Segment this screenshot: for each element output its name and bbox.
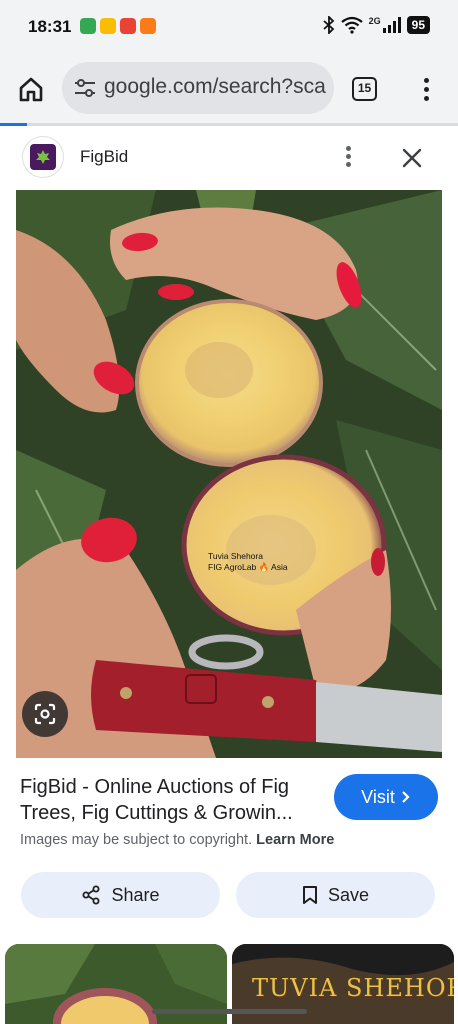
browser-toolbar: google.com/search?sca 15 bbox=[0, 54, 458, 124]
signal-icon bbox=[382, 17, 401, 33]
status-icons: 2G 95 bbox=[323, 16, 430, 34]
chevron-right-icon bbox=[402, 791, 410, 803]
close-icon[interactable] bbox=[400, 146, 424, 170]
result-title[interactable]: FigBid - Online Auctions of Fig Trees, F… bbox=[20, 774, 320, 826]
orange-app-notification-icon bbox=[140, 18, 156, 34]
address-bar[interactable]: google.com/search?sca bbox=[62, 62, 334, 114]
fig-photo: Tuvia Shehora FIG AgroLab 🔥 Asia bbox=[16, 190, 442, 758]
visit-label: Visit bbox=[361, 786, 395, 807]
save-button[interactable]: Save bbox=[236, 872, 435, 918]
gesture-navigation-bar[interactable] bbox=[152, 1009, 307, 1014]
share-button[interactable]: Share bbox=[21, 872, 220, 918]
watermark-line-1: Tuvia Shehora bbox=[208, 551, 263, 561]
browser-menu-button[interactable] bbox=[419, 76, 433, 104]
fig-leaf-icon bbox=[36, 150, 50, 164]
save-label: Save bbox=[327, 884, 370, 905]
status-time: 18:31 bbox=[28, 17, 72, 36]
copyright-text: Images may be subject to copyright. bbox=[20, 832, 253, 848]
site-header: FigBid bbox=[0, 126, 458, 190]
network-type: 2G bbox=[368, 16, 381, 26]
bookmark-icon bbox=[302, 886, 317, 904]
google-lens-button[interactable] bbox=[22, 691, 68, 737]
status-bar: 18:31 2G 95 bbox=[0, 0, 458, 54]
share-label: Share bbox=[111, 884, 160, 905]
app-notification-icon bbox=[100, 18, 116, 34]
learn-more-link[interactable]: Learn More bbox=[256, 832, 334, 848]
bluetooth-icon bbox=[323, 16, 334, 34]
share-icon bbox=[82, 885, 100, 905]
url-text: google.com/search?sca bbox=[104, 75, 326, 98]
battery-level: 95 bbox=[406, 16, 430, 34]
copyright-notice: Images may be subject to copyright. Lear… bbox=[20, 832, 334, 848]
related-banner-text: TUVIA SHEHORA bbox=[252, 974, 454, 1002]
site-logo bbox=[22, 136, 64, 178]
more-options-button[interactable] bbox=[343, 146, 353, 170]
visit-button[interactable]: Visit bbox=[334, 774, 438, 820]
download-notification-icon bbox=[80, 18, 96, 34]
lens-icon bbox=[34, 703, 56, 725]
site-settings-icon[interactable] bbox=[74, 78, 96, 98]
site-name: FigBid bbox=[80, 147, 129, 166]
heart-app-notification-icon bbox=[120, 18, 136, 34]
home-icon[interactable] bbox=[16, 74, 46, 104]
wifi-icon bbox=[340, 16, 363, 34]
tab-switcher-button[interactable]: 15 bbox=[352, 77, 377, 101]
watermark-line-2: FIG AgroLab 🔥 Asia bbox=[208, 562, 288, 572]
result-image[interactable]: Tuvia Shehora FIG AgroLab 🔥 Asia bbox=[16, 190, 442, 758]
